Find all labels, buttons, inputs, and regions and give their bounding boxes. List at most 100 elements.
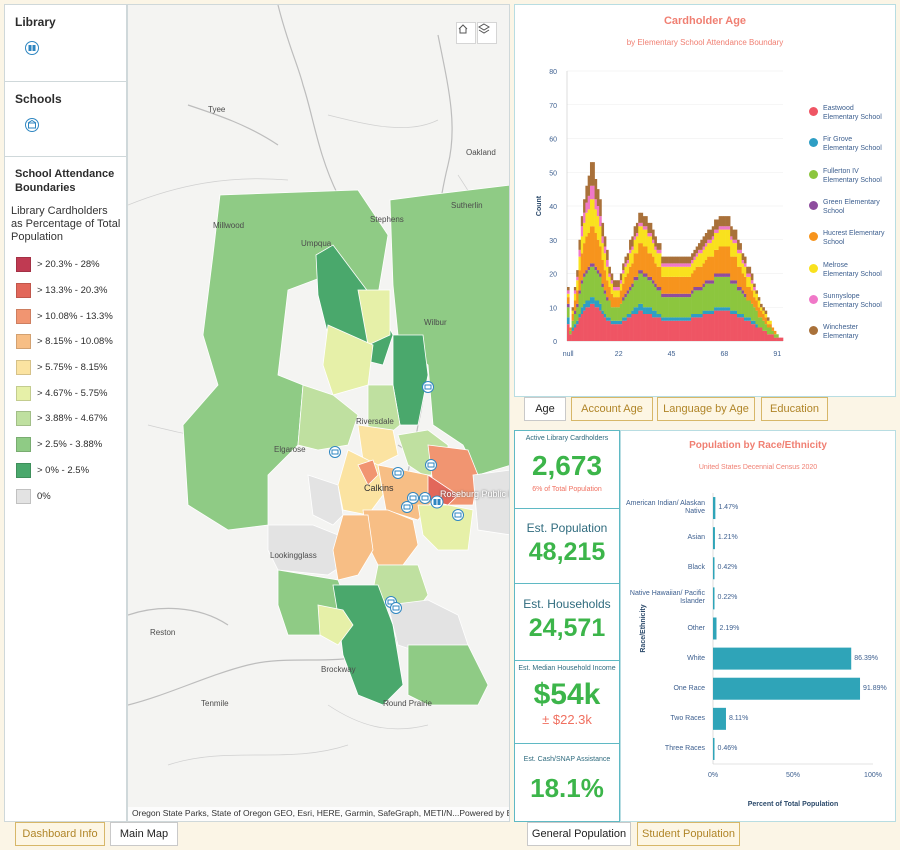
age-bar-segment[interactable] bbox=[580, 307, 584, 314]
age-bar-segment[interactable] bbox=[594, 307, 598, 341]
age-bar-segment[interactable] bbox=[732, 239, 736, 244]
age-bar-segment[interactable] bbox=[684, 293, 687, 298]
age-bar-segment[interactable] bbox=[748, 317, 752, 321]
age-bar-segment[interactable] bbox=[569, 327, 572, 331]
age-bar-segment[interactable] bbox=[603, 236, 607, 247]
age-bar-segment[interactable] bbox=[658, 266, 662, 287]
tab-general-population[interactable]: General Population bbox=[527, 822, 631, 846]
age-bar-segment[interactable] bbox=[656, 243, 660, 250]
age-bar-segment[interactable] bbox=[760, 307, 763, 311]
age-bar-segment[interactable] bbox=[594, 300, 598, 308]
age-bar-segment[interactable] bbox=[629, 253, 632, 267]
age-bar-segment[interactable] bbox=[665, 266, 669, 277]
age-bar-segment[interactable] bbox=[589, 226, 593, 264]
age-bar-segment[interactable] bbox=[626, 273, 630, 291]
age-bar-segment[interactable] bbox=[681, 276, 685, 294]
age-bar-segment[interactable] bbox=[704, 283, 708, 311]
age-bar-segment[interactable] bbox=[725, 276, 729, 308]
age-bar-segment[interactable] bbox=[645, 226, 648, 230]
age-bar-segment[interactable] bbox=[610, 283, 614, 294]
age-bar-segment[interactable] bbox=[723, 307, 726, 311]
age-bar-segment[interactable] bbox=[684, 256, 687, 264]
age-bar-segment[interactable] bbox=[592, 303, 595, 341]
age-legend-item[interactable]: Winchester Elementary bbox=[809, 323, 885, 341]
age-bar-segment[interactable] bbox=[750, 283, 754, 291]
age-bar-segment[interactable] bbox=[741, 293, 745, 314]
race-bar[interactable] bbox=[713, 527, 715, 550]
age-bar-segment[interactable] bbox=[693, 290, 696, 314]
age-bar-segment[interactable] bbox=[629, 290, 632, 314]
age-bar-segment[interactable] bbox=[629, 266, 632, 287]
age-bar-segment[interactable] bbox=[633, 239, 637, 254]
age-bar-segment[interactable] bbox=[750, 290, 754, 304]
age-bar-segment[interactable] bbox=[596, 300, 600, 308]
age-bar-segment[interactable] bbox=[654, 310, 657, 318]
age-bar-segment[interactable] bbox=[661, 320, 664, 341]
age-bar-segment[interactable] bbox=[645, 216, 648, 227]
age-bar-segment[interactable] bbox=[583, 276, 586, 304]
age-bar-segment[interactable] bbox=[603, 314, 607, 318]
age-bar-segment[interactable] bbox=[697, 266, 701, 287]
age-bar-segment[interactable] bbox=[640, 243, 644, 271]
age-bar-segment[interactable] bbox=[718, 216, 722, 227]
age-bar-segment[interactable] bbox=[670, 320, 674, 341]
age-bar-segment[interactable] bbox=[691, 260, 694, 264]
age-bar-segment[interactable] bbox=[578, 293, 582, 314]
age-bar-segment[interactable] bbox=[709, 283, 713, 311]
age-bar-segment[interactable] bbox=[762, 307, 765, 311]
age-bar-segment[interactable] bbox=[642, 276, 646, 308]
age-bar-segment[interactable] bbox=[567, 324, 570, 341]
age-bar-segment[interactable] bbox=[727, 273, 731, 277]
age-bar-segment[interactable] bbox=[631, 314, 634, 341]
age-bar-segment[interactable] bbox=[714, 307, 717, 311]
age-bar-segment[interactable] bbox=[647, 236, 651, 254]
age-bar-segment[interactable] bbox=[599, 273, 602, 277]
age-bar-segment[interactable] bbox=[587, 266, 591, 271]
age-bar-segment[interactable] bbox=[589, 199, 593, 227]
tab-main-map[interactable]: Main Map bbox=[110, 822, 178, 846]
age-bar-segment[interactable] bbox=[702, 310, 706, 314]
age-bar-segment[interactable] bbox=[714, 249, 717, 274]
age-bar-segment[interactable] bbox=[697, 243, 701, 250]
age-bar-segment[interactable] bbox=[684, 276, 687, 294]
age-bar-segment[interactable] bbox=[647, 307, 651, 314]
age-bar-segment[interactable] bbox=[580, 280, 584, 284]
age-bar-segment[interactable] bbox=[766, 327, 770, 335]
age-bar-segment[interactable] bbox=[635, 233, 639, 237]
age-bar-segment[interactable] bbox=[652, 317, 655, 341]
age-bar-segment[interactable] bbox=[748, 273, 752, 277]
age-bar-segment[interactable] bbox=[608, 266, 611, 274]
age-bar-segment[interactable] bbox=[720, 273, 724, 277]
age-bar-segment[interactable] bbox=[684, 320, 687, 341]
age-bar-segment[interactable] bbox=[601, 310, 605, 314]
age-bar-segment[interactable] bbox=[633, 236, 637, 240]
age-bar-segment[interactable] bbox=[732, 280, 736, 284]
age-bar-segment[interactable] bbox=[617, 280, 621, 287]
age-bar-segment[interactable] bbox=[734, 314, 738, 341]
age-bar-segment[interactable] bbox=[619, 290, 623, 304]
age-bar-segment[interactable] bbox=[739, 290, 742, 314]
age-bar-segment[interactable] bbox=[769, 334, 772, 341]
age-bar-segment[interactable] bbox=[739, 317, 742, 341]
age-bar-segment[interactable] bbox=[619, 280, 623, 284]
age-bar-segment[interactable] bbox=[727, 226, 731, 230]
age-legend-item[interactable]: Sunnyslope Elementary School bbox=[809, 292, 885, 310]
age-bar-segment[interactable] bbox=[672, 297, 676, 318]
age-bar-segment[interactable] bbox=[652, 239, 655, 244]
age-bar-segment[interactable] bbox=[585, 300, 588, 308]
age-bar-segment[interactable] bbox=[576, 290, 579, 304]
age-bar-segment[interactable] bbox=[741, 253, 745, 260]
age-bar-segment[interactable] bbox=[658, 287, 662, 291]
age-bar-segment[interactable] bbox=[746, 317, 749, 321]
age-bar-segment[interactable] bbox=[583, 222, 586, 244]
age-bar-segment[interactable] bbox=[665, 293, 669, 298]
age-bar-segment[interactable] bbox=[645, 273, 648, 277]
age-bar-segment[interactable] bbox=[569, 334, 572, 341]
age-bar-segment[interactable] bbox=[631, 249, 634, 264]
age-bar-segment[interactable] bbox=[672, 317, 676, 321]
age-bar-segment[interactable] bbox=[718, 273, 722, 277]
age-bar-segment[interactable] bbox=[580, 226, 584, 237]
age-bar-segment[interactable] bbox=[612, 287, 616, 291]
age-bar-segment[interactable] bbox=[720, 310, 724, 341]
age-bar-segment[interactable] bbox=[594, 199, 598, 210]
